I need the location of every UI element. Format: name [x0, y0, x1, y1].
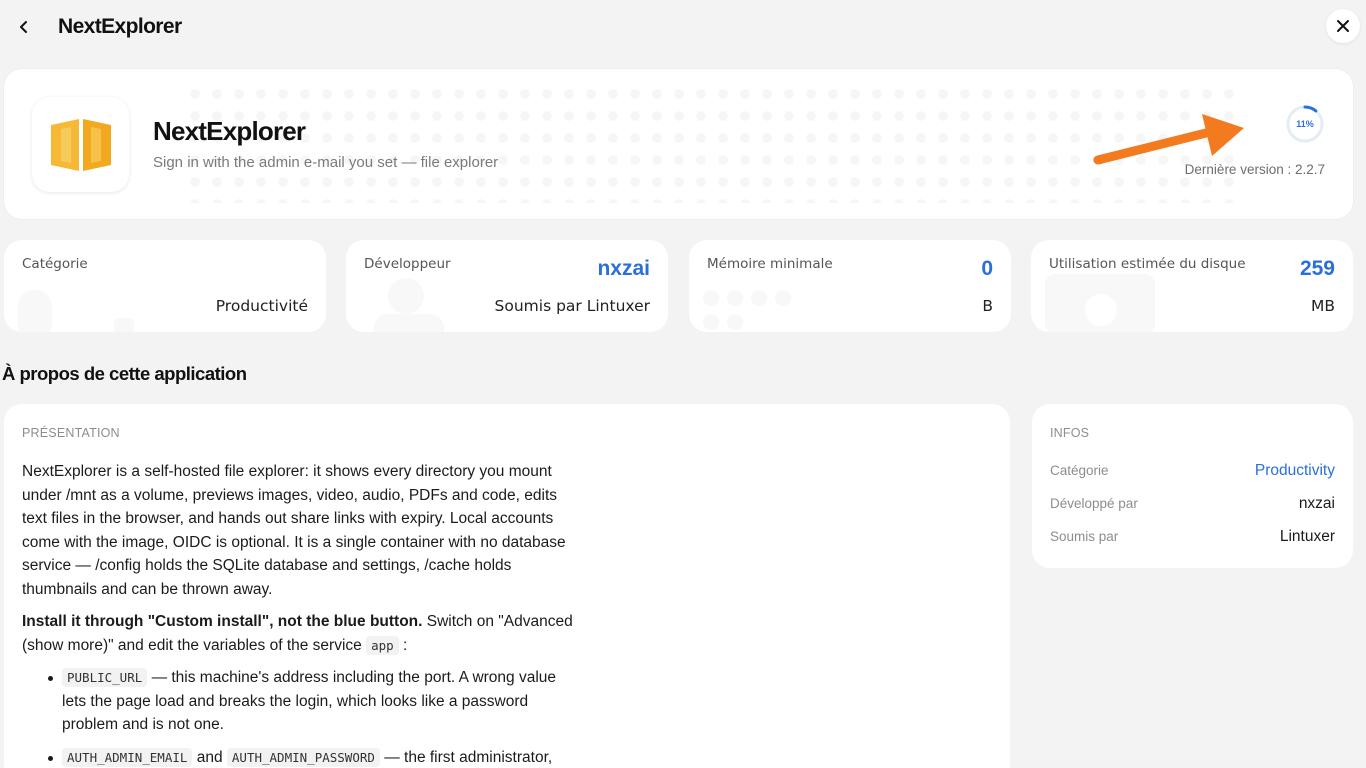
category-link[interactable]: Productivity: [1255, 462, 1335, 480]
infos-card: INFOS Catégorie Productivity Développé p…: [1032, 404, 1353, 568]
env-var-list: PUBLIC_URL — this machine's address incl…: [22, 666, 582, 768]
stat-unit: B: [982, 297, 993, 315]
book-open-icon: [50, 118, 111, 171]
stat-unit: MB: [1310, 297, 1335, 315]
stat-label: Développeur: [364, 256, 451, 272]
list-item: PUBLIC_URL — this machine's address incl…: [22, 666, 582, 737]
stat-value: Soumis par Lintuxer: [494, 297, 650, 315]
stat-label: Mémoire minimale: [707, 256, 833, 272]
stat-value: Productivité: [215, 297, 308, 315]
info-row-developer: Développé par nxzai: [1050, 495, 1335, 512]
app-icon: [32, 97, 129, 192]
close-button[interactable]: [1326, 9, 1360, 43]
close-icon: [1337, 20, 1349, 32]
app-tagline: Sign in with the admin e-mail you set — …: [153, 154, 499, 171]
list-item: AUTH_ADMIN_EMAIL and AUTH_ADMIN_PASSWORD…: [22, 746, 582, 768]
back-button[interactable]: [8, 11, 40, 43]
stat-card-disk: Utilisation estimée du disque 259 MB: [1031, 240, 1353, 332]
decorative-pattern: [184, 83, 1244, 203]
chevron-left-icon: [20, 21, 27, 33]
stat-label: Utilisation estimée du disque: [1049, 256, 1246, 272]
install-progress-ring: 11%: [1285, 104, 1325, 144]
stat-card-category: Catégorie Productivité: [4, 240, 326, 332]
card-heading: PRÉSENTATION: [22, 426, 120, 440]
stat-card-memory: Mémoire minimale 0 B: [689, 240, 1011, 332]
info-row-submitter: Soumis par Lintuxer: [1050, 528, 1335, 545]
about-intro: NextExplorer is a self-hosted file explo…: [22, 463, 566, 598]
install-instructions: Install it through "Custom install", not…: [22, 613, 573, 655]
top-bar: NextExplorer: [0, 0, 1366, 56]
developer-link[interactable]: nxzai: [597, 257, 650, 281]
about-body: NextExplorer is a self-hosted file explo…: [22, 460, 582, 768]
stat-label: Catégorie: [22, 256, 88, 272]
card-heading: INFOS: [1050, 426, 1090, 440]
section-title: À propos de cette application: [2, 363, 247, 384]
app-name: NextExplorer: [153, 116, 306, 146]
annotation-arrow: [1093, 114, 1244, 165]
stat-accent-value: 259: [1299, 257, 1335, 280]
info-row-category: Catégorie Productivity: [1050, 462, 1335, 480]
stat-accent-value: 0: [981, 257, 993, 280]
stat-card-developer: Développeur nxzai Soumis par Lintuxer: [346, 240, 668, 332]
about-card: PRÉSENTATION NextExplorer is a self-host…: [4, 404, 1010, 768]
progress-percent: 11%: [1296, 119, 1314, 129]
page-title: NextExplorer: [58, 15, 182, 38]
